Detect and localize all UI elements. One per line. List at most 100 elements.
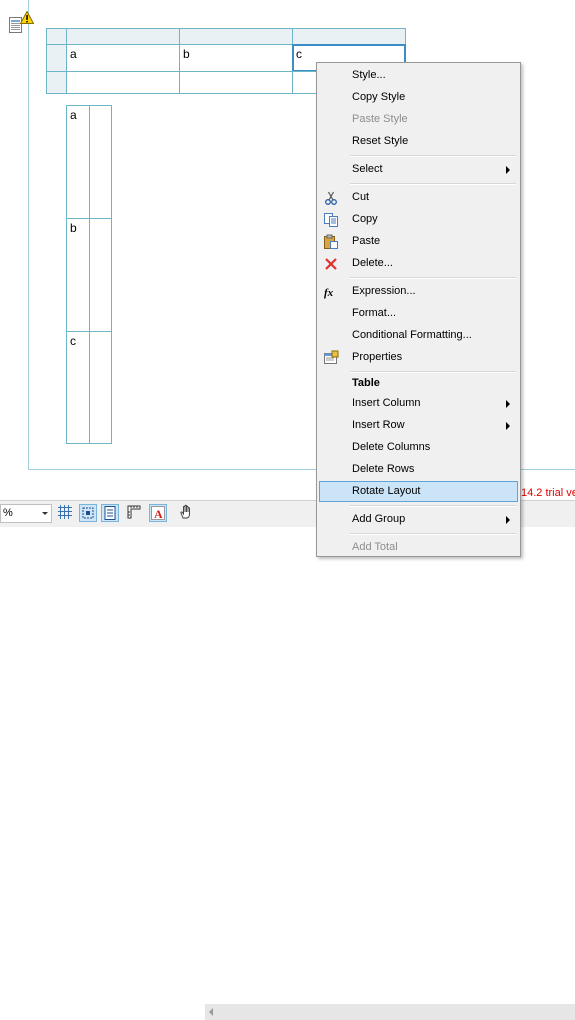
menu-item-label: Properties bbox=[352, 351, 403, 363]
menu-item-delete[interactable]: Delete... bbox=[319, 253, 518, 274]
menu-item-label: Expression... bbox=[352, 285, 416, 297]
menu-item-label: Style... bbox=[352, 69, 386, 81]
menu-item-label: Paste bbox=[352, 235, 381, 247]
menu-separator bbox=[350, 277, 516, 279]
snap-icon bbox=[82, 507, 94, 519]
svg-text:A: A bbox=[154, 507, 163, 521]
zoom-value: % bbox=[3, 507, 13, 519]
menu-item-label: Add Total bbox=[352, 541, 398, 553]
menu-item-delete-rows[interactable]: Delete Rows bbox=[319, 459, 518, 480]
pan-button[interactable] bbox=[178, 504, 196, 522]
trial-version-notice: 14.2 trial ve bbox=[521, 487, 575, 499]
menu-item-style[interactable]: Style... bbox=[319, 65, 518, 86]
menu-item-label: Rotate Layout bbox=[352, 485, 421, 497]
chevron-down-icon[interactable] bbox=[42, 512, 48, 515]
cell-text: b bbox=[70, 221, 77, 235]
row-handle[interactable] bbox=[46, 44, 67, 72]
table-cell[interactable]: a bbox=[66, 105, 90, 219]
text-style-button[interactable]: A bbox=[149, 504, 167, 522]
submenu-arrow-icon bbox=[506, 166, 510, 174]
paste-icon bbox=[324, 234, 338, 249]
menu-item-label: Select bbox=[352, 163, 383, 175]
grid-button[interactable] bbox=[57, 504, 75, 522]
menu-separator bbox=[350, 183, 516, 185]
menu-section-label: Table bbox=[352, 377, 380, 389]
table-corner-handle[interactable] bbox=[46, 28, 67, 45]
menu-item-label: Delete Rows bbox=[352, 463, 415, 475]
menu-item-label: Insert Row bbox=[352, 419, 405, 431]
menu-separator bbox=[350, 155, 516, 157]
table-cell[interactable]: a bbox=[66, 44, 180, 72]
menu-item-delete-columns[interactable]: Delete Columns bbox=[319, 437, 518, 458]
column-handle[interactable] bbox=[66, 28, 180, 45]
table-cell[interactable] bbox=[89, 105, 112, 219]
fx-icon: fx bbox=[324, 287, 334, 299]
vertical-table[interactable]: a b c bbox=[66, 105, 112, 444]
menu-item-format[interactable]: Format... bbox=[319, 303, 518, 324]
column-handle[interactable] bbox=[292, 28, 406, 45]
submenu-arrow-icon bbox=[506, 400, 510, 408]
cell-text: b bbox=[183, 47, 190, 61]
menu-item-label: Cut bbox=[352, 191, 370, 203]
table-cell[interactable]: b bbox=[66, 218, 90, 332]
table-cell[interactable]: b bbox=[179, 44, 293, 72]
ruler-icon bbox=[127, 505, 141, 519]
menu-item-expression[interactable]: fx Expression... bbox=[319, 281, 518, 302]
ruler-button[interactable] bbox=[126, 504, 144, 522]
column-handle[interactable] bbox=[179, 28, 293, 45]
menu-item-label: Copy Style bbox=[352, 91, 406, 103]
menu-item-label: Insert Column bbox=[352, 397, 421, 409]
menu-item-add-total: Add Total bbox=[319, 537, 518, 558]
menu-item-label: Format... bbox=[352, 307, 397, 319]
snap-to-grid-button[interactable] bbox=[79, 504, 97, 522]
menu-item-properties[interactable]: Properties bbox=[319, 347, 518, 368]
grid-icon bbox=[58, 505, 72, 519]
menu-item-rotate-layout[interactable]: Rotate Layout bbox=[319, 481, 518, 502]
menu-item-label: Paste Style bbox=[352, 113, 408, 125]
horizontal-scrollbar[interactable] bbox=[205, 1004, 575, 1020]
hand-icon bbox=[180, 504, 190, 519]
cell-text: a bbox=[70, 108, 77, 122]
warning-icon[interactable] bbox=[20, 11, 34, 24]
submenu-arrow-icon bbox=[506, 516, 510, 524]
menu-item-label: Add Group bbox=[352, 513, 406, 525]
table-cell[interactable] bbox=[89, 218, 112, 332]
menu-item-conditional-formatting[interactable]: Conditional Formatting... bbox=[319, 325, 518, 346]
menu-item-insert-column[interactable]: Insert Column bbox=[319, 393, 518, 414]
menu-item-label: Delete Columns bbox=[352, 441, 431, 453]
svg-text:fx: fx bbox=[324, 287, 334, 299]
menu-item-label: Delete... bbox=[352, 257, 393, 269]
table-cell[interactable]: c bbox=[66, 331, 90, 444]
row-handle[interactable] bbox=[46, 71, 67, 94]
page-layout-icon bbox=[104, 506, 116, 520]
copy-icon bbox=[324, 213, 338, 227]
menu-item-copy-style[interactable]: Copy Style bbox=[319, 87, 518, 108]
submenu-arrow-icon bbox=[506, 422, 510, 430]
menu-item-paste-style: Paste Style bbox=[319, 109, 518, 130]
menu-item-add-group[interactable]: Add Group bbox=[319, 509, 518, 530]
table-cell[interactable] bbox=[89, 331, 112, 444]
menu-item-cut[interactable]: Cut bbox=[319, 187, 518, 208]
context-menu: Style... Copy Style Paste Style Reset St… bbox=[316, 62, 521, 557]
table-cell[interactable] bbox=[179, 71, 293, 94]
cell-text: c bbox=[70, 334, 76, 348]
scissors-icon bbox=[325, 191, 337, 205]
cell-text: a bbox=[70, 47, 77, 61]
delete-icon bbox=[325, 258, 337, 270]
menu-separator bbox=[350, 505, 516, 507]
page-layout-button[interactable] bbox=[101, 504, 119, 522]
menu-item-select[interactable]: Select bbox=[319, 159, 518, 180]
menu-item-insert-row[interactable]: Insert Row bbox=[319, 415, 518, 436]
menu-item-paste[interactable]: Paste bbox=[319, 231, 518, 252]
menu-item-reset-style[interactable]: Reset Style bbox=[319, 131, 518, 152]
cell-text: c bbox=[296, 47, 302, 61]
scroll-left-icon[interactable] bbox=[209, 1008, 213, 1016]
table-cell[interactable] bbox=[66, 71, 180, 94]
zoom-combobox[interactable]: % bbox=[0, 504, 52, 523]
menu-item-label: Reset Style bbox=[352, 135, 409, 147]
menu-item-copy[interactable]: Copy bbox=[319, 209, 518, 230]
menu-item-label: Conditional Formatting... bbox=[352, 329, 472, 341]
properties-icon bbox=[324, 350, 339, 364]
menu-section-table: Table bbox=[319, 373, 518, 394]
font-icon: A bbox=[151, 506, 165, 521]
